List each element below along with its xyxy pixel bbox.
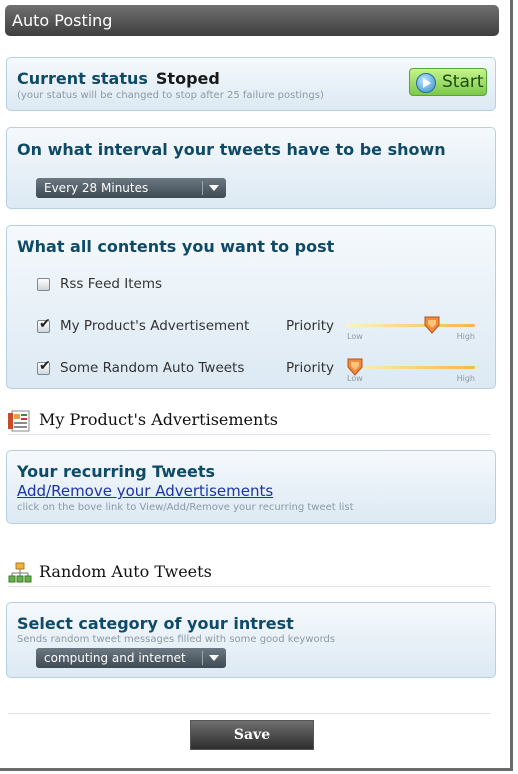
category-title: Select category of your intrest (17, 614, 294, 633)
recurring-tweets-panel: Your recurring Tweets Add/Remove your Ad… (6, 450, 496, 524)
rss-feed-checkbox[interactable] (37, 278, 50, 291)
interval-title: On what interval your tweets have to be … (17, 140, 446, 159)
add-remove-ads-link[interactable]: Add/Remove your Advertisements (17, 482, 273, 500)
interval-select[interactable]: Every 28 Minutes (36, 178, 226, 198)
status-heading: Current status Stoped (17, 69, 220, 88)
random-tweets-label: Some Random Auto Tweets (60, 360, 245, 376)
start-button-label: Start (442, 72, 484, 92)
category-panel: Select category of your intrest Sends ra… (6, 602, 496, 678)
status-label: Current status (17, 69, 148, 88)
random-section-title: Random Auto Tweets (39, 562, 212, 581)
status-note: (your status will be changed to stop aft… (17, 90, 324, 101)
document-icon (8, 410, 30, 432)
product-ad-priority-slider[interactable]: Low High (345, 316, 475, 346)
recurring-tweets-note: click on the bove link to View/Add/Remov… (17, 502, 354, 513)
chevron-down-icon (209, 185, 219, 191)
rss-feed-label: Rss Feed Items (60, 276, 163, 292)
random-tweets-priority-label: Priority (286, 360, 335, 376)
divider (8, 434, 491, 435)
dropdown-divider (202, 651, 203, 665)
product-ad-checkbox[interactable]: ✔ (37, 316, 51, 333)
slider-track (345, 366, 475, 369)
chevron-down-icon (209, 655, 219, 661)
save-button[interactable]: Save (190, 720, 314, 750)
contents-title: What all contents you want to post (17, 237, 335, 256)
slider-low-label: Low (347, 332, 363, 341)
auto-posting-window: Auto Posting Current status Stoped (your … (0, 0, 513, 771)
slider-high-label: High (456, 332, 475, 341)
divider (8, 713, 491, 714)
category-note: Sends random tweet messages filled with … (17, 634, 336, 645)
random-tweets-priority-slider[interactable]: Low High (345, 358, 475, 388)
interval-selected: Every 28 Minutes (44, 181, 149, 195)
contents-panel: What all contents you want to post Rss F… (6, 225, 496, 389)
slider-track (345, 324, 475, 327)
interval-panel: On what interval your tweets have to be … (6, 127, 496, 209)
checkbox-icon: ✔ (39, 358, 51, 374)
play-icon (416, 73, 436, 93)
recurring-tweets-title: Your recurring Tweets (17, 462, 216, 481)
product-ad-label: My Product's Advertisement (60, 318, 250, 334)
start-button[interactable]: Start (409, 68, 487, 96)
sitemap-icon (8, 562, 32, 583)
status-panel: Current status Stoped (your status will b… (6, 57, 496, 111)
slider-high-label: High (456, 374, 475, 383)
dropdown-divider (202, 181, 203, 195)
status-value: Stoped (155, 69, 220, 88)
slider-thumb-icon[interactable] (424, 316, 440, 334)
divider (8, 586, 491, 587)
category-select[interactable]: computing and internet (36, 648, 226, 668)
window-title: Auto Posting (5, 5, 499, 36)
slider-thumb-icon[interactable] (347, 358, 363, 376)
product-ad-priority-label: Priority (286, 318, 335, 334)
category-selected: computing and internet (44, 651, 186, 665)
checkbox-icon: ✔ (39, 316, 51, 332)
random-tweets-checkbox[interactable]: ✔ (37, 358, 51, 375)
rss-feed-row: Rss Feed Items (37, 276, 237, 296)
ads-section-title: My Product's Advertisements (39, 410, 278, 429)
